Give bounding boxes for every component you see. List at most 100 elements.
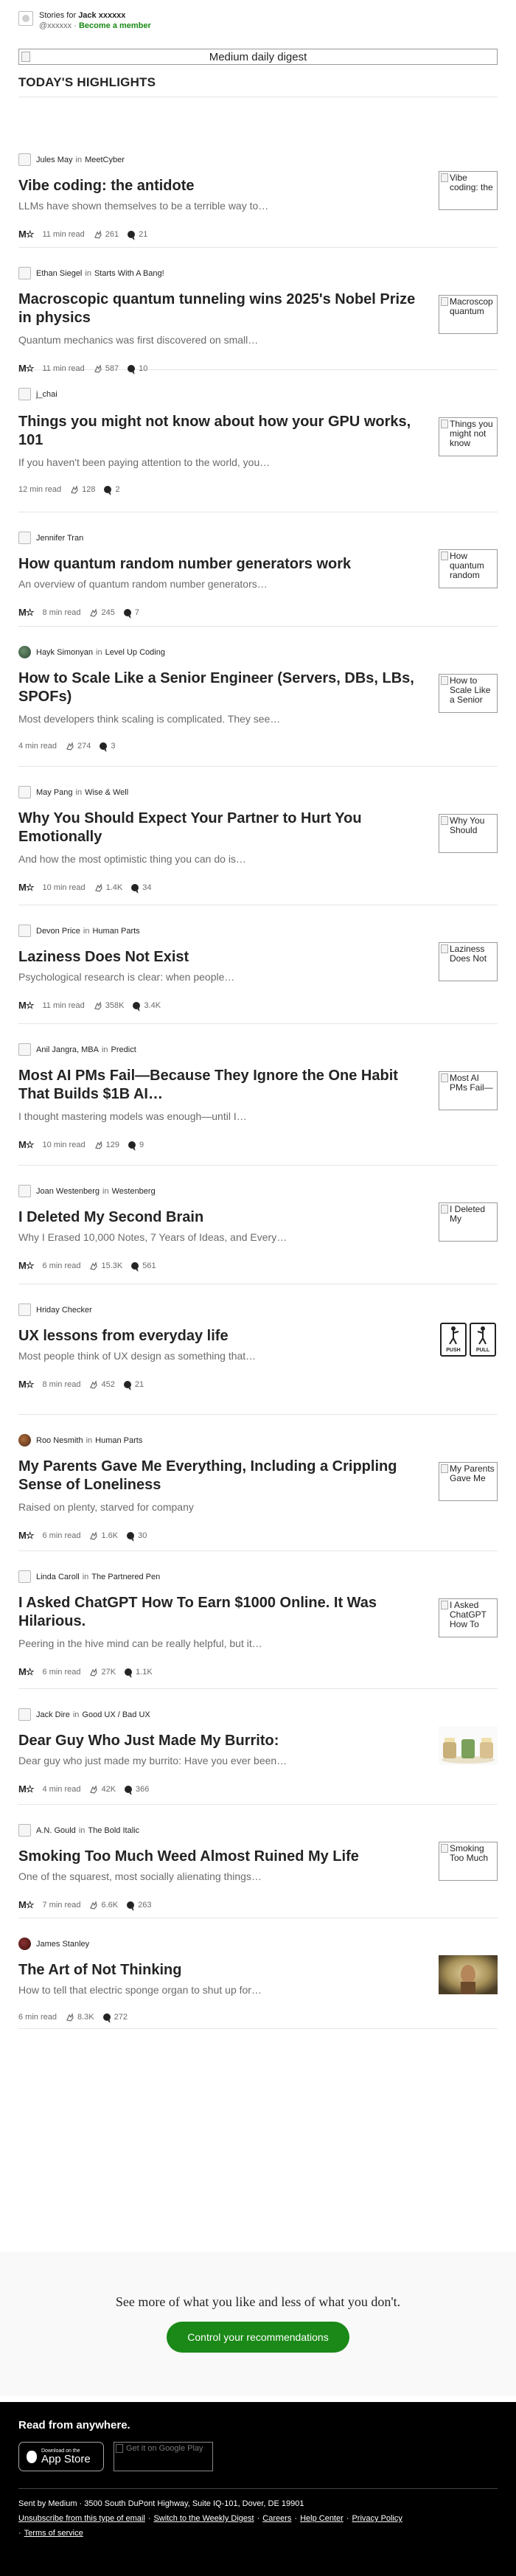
article-thumbnail[interactable]: Laziness Does Not — [439, 942, 498, 981]
article-card[interactable]: Jack Dire in Good UX / Bad UX Dear Guy Who … — [18, 1689, 498, 1805]
author-name[interactable]: Devon Price — [36, 927, 80, 936]
author-avatar[interactable] — [18, 388, 31, 400]
author-name[interactable]: Jennifer Tran — [36, 534, 83, 543]
article-card[interactable]: Joan Westenberg in Westenberg I Deleted My … — [18, 1166, 498, 1284]
author-avatar[interactable] — [18, 1824, 31, 1837]
author-name[interactable]: Joan Westenberg — [36, 1187, 100, 1196]
publication-name[interactable]: Wise & Well — [85, 788, 128, 797]
article-thumbnail[interactable]: I Asked ChatGPT How To — [439, 1598, 498, 1637]
article-title[interactable]: I Asked ChatGPT How To Earn $1000 Online… — [18, 1594, 420, 1631]
control-recommendations-button[interactable]: Control your recommendations — [167, 2322, 349, 2353]
article-title[interactable]: My Parents Gave Me Everything, Including… — [18, 1458, 420, 1494]
article-card[interactable]: Anil Jangra, MBA in Predict Most AI PMs Fai… — [18, 1024, 498, 1166]
article-title[interactable]: Things you might not know about how your… — [18, 413, 420, 450]
article-card[interactable]: Devon Price in Human Parts Laziness Does No… — [18, 905, 498, 1024]
article-title[interactable]: Smoking Too Much Weed Almost Ruined My L… — [18, 1848, 420, 1866]
author-name[interactable]: Hayk Simonyan — [36, 648, 93, 657]
article-card[interactable]: Jules May in MeetCyber Vibe coding: the ant… — [18, 134, 498, 248]
publication-name[interactable]: The Partnered Pen — [91, 1573, 160, 1581]
article-thumbnail[interactable]: Vibe coding: the — [439, 171, 498, 210]
article-thumbnail[interactable]: Why You Should — [439, 814, 498, 853]
article-thumbnail[interactable]: How quantum random — [439, 549, 498, 588]
author-avatar[interactable] — [18, 1303, 31, 1316]
author-name[interactable]: May Pang — [36, 788, 73, 797]
author-name[interactable]: James Stanley — [36, 1940, 89, 1949]
weekly-digest-link[interactable]: Switch to the Weekly Digest — [153, 2514, 254, 2523]
publication-name[interactable]: Human Parts — [92, 927, 139, 936]
author-name[interactable]: A.N. Gould — [36, 1826, 76, 1835]
article-thumbnail[interactable]: Macroscop quantum — [439, 295, 498, 334]
help-center-link[interactable]: Help Center — [300, 2514, 344, 2523]
article-thumbnail[interactable]: My Parents Gave Me — [439, 1462, 498, 1501]
author-avatar[interactable] — [18, 1938, 31, 1950]
publication-name[interactable]: Westenberg — [112, 1187, 156, 1196]
careers-link[interactable]: Careers — [262, 2514, 291, 2523]
article-subtitle[interactable]: One of the squarest, most socially alien… — [18, 1870, 343, 1883]
article-subtitle[interactable]: An overview of quantum random number gen… — [18, 577, 343, 591]
author-avatar[interactable] — [18, 153, 31, 166]
article-title[interactable]: How quantum random number generators wor… — [18, 555, 420, 574]
article-subtitle[interactable]: And how the most optimistic thing you ca… — [18, 852, 343, 866]
article-subtitle[interactable]: How to tell that electric sponge organ t… — [18, 1983, 343, 1997]
terms-link[interactable]: Terms of service — [24, 2529, 83, 2538]
article-title[interactable]: Macroscopic quantum tunneling wins 2025'… — [18, 290, 420, 327]
author-name[interactable]: Hriday Checker — [36, 1306, 92, 1315]
article-card[interactable]: May Pang in Wise & Well Why You Should Expe… — [18, 767, 498, 905]
article-card[interactable]: j_chai Things you might not know about ho… — [18, 370, 498, 512]
article-thumbnail[interactable]: Things you might not know — [439, 417, 498, 456]
publication-name[interactable]: Good UX / Bad UX — [82, 1710, 150, 1719]
article-thumbnail[interactable]: Most AI PMs Fail— — [439, 1071, 498, 1110]
article-title[interactable]: The Art of Not Thinking — [18, 1961, 420, 1980]
article-subtitle[interactable]: If you haven't been paying attention to … — [18, 456, 343, 469]
unsubscribe-link[interactable]: Unsubscribe from this type of email — [18, 2514, 145, 2523]
article-subtitle[interactable]: Raised on plenty, starved for company — [18, 1500, 343, 1514]
article-thumbnail[interactable]: PUSH PULL — [439, 1321, 498, 1360]
article-card[interactable]: Roo Nesmith in Human Parts My Parents Gave … — [18, 1415, 498, 1551]
article-card[interactable]: Hriday Checker UX lessons from everyday l… — [18, 1284, 498, 1415]
publication-name[interactable]: Level Up Coding — [105, 648, 165, 657]
author-avatar[interactable] — [18, 646, 31, 658]
author-name[interactable]: j_chai — [36, 390, 57, 399]
article-subtitle[interactable]: Psychological research is clear: when pe… — [18, 970, 343, 984]
become-member-link[interactable]: Become a member — [79, 21, 151, 30]
article-title[interactable]: I Deleted My Second Brain — [18, 1208, 420, 1227]
publication-name[interactable]: The Bold Italic — [88, 1826, 139, 1835]
author-avatar[interactable] — [18, 1708, 31, 1721]
author-name[interactable]: Jules May — [36, 156, 73, 164]
article-subtitle[interactable]: Why I Erased 10,000 Notes, 7 Years of Id… — [18, 1230, 343, 1244]
author-avatar[interactable] — [18, 267, 31, 279]
article-title[interactable]: Vibe coding: the antidote — [18, 177, 420, 195]
article-card[interactable]: James Stanley The Art of Not Thinking How … — [18, 1918, 498, 2029]
article-title[interactable]: Most AI PMs Fail—Because They Ignore the… — [18, 1067, 420, 1104]
author-avatar[interactable] — [18, 1043, 31, 1056]
article-card[interactable]: Ethan Siegel in Starts With A Bang! Macrosc… — [18, 248, 498, 374]
article-thumbnail[interactable]: How to Scale Like a Senior — [439, 674, 498, 713]
author-name[interactable]: Linda Caroll — [36, 1573, 80, 1581]
article-title[interactable]: Why You Should Expect Your Partner to Hu… — [18, 810, 420, 846]
article-subtitle[interactable]: Most people think of UX design as someth… — [18, 1349, 343, 1362]
author-name[interactable]: Roo Nesmith — [36, 1436, 83, 1445]
privacy-policy-link[interactable]: Privacy Policy — [352, 2514, 402, 2523]
article-subtitle[interactable]: Dear guy who just made my burrito: Have … — [18, 1754, 343, 1767]
author-name[interactable]: Ethan Siegel — [36, 269, 82, 278]
author-avatar[interactable] — [18, 1570, 31, 1583]
article-title[interactable]: How to Scale Like a Senior Engineer (Ser… — [18, 669, 420, 706]
article-subtitle[interactable]: Quantum mechanics was first discovered o… — [18, 333, 343, 347]
article-title[interactable]: UX lessons from everyday life — [18, 1327, 420, 1346]
author-avatar[interactable] — [18, 532, 31, 544]
article-title[interactable]: Laziness Does Not Exist — [18, 948, 420, 967]
publication-name[interactable]: Predict — [111, 1045, 136, 1054]
author-avatar[interactable] — [18, 1434, 31, 1447]
article-subtitle[interactable]: Peering in the hive mind can be really h… — [18, 1637, 343, 1650]
publication-name[interactable]: MeetCyber — [85, 156, 125, 164]
article-thumbnail[interactable]: Smoking Too Much — [439, 1842, 498, 1881]
app-store-button[interactable]: Download on the App Store — [18, 2442, 104, 2471]
publication-name[interactable]: Human Parts — [95, 1436, 142, 1445]
article-subtitle[interactable]: Most developers think scaling is complic… — [18, 712, 343, 725]
article-subtitle[interactable]: LLMs have shown themselves to be a terri… — [18, 199, 343, 212]
author-name[interactable]: Anil Jangra, MBA — [36, 1045, 99, 1054]
author-avatar[interactable] — [18, 1185, 31, 1197]
article-card[interactable]: A.N. Gould in The Bold Italic Smoking Too M… — [18, 1805, 498, 1918]
article-thumbnail[interactable] — [439, 1726, 498, 1765]
publication-name[interactable]: Starts With A Bang! — [94, 269, 164, 278]
